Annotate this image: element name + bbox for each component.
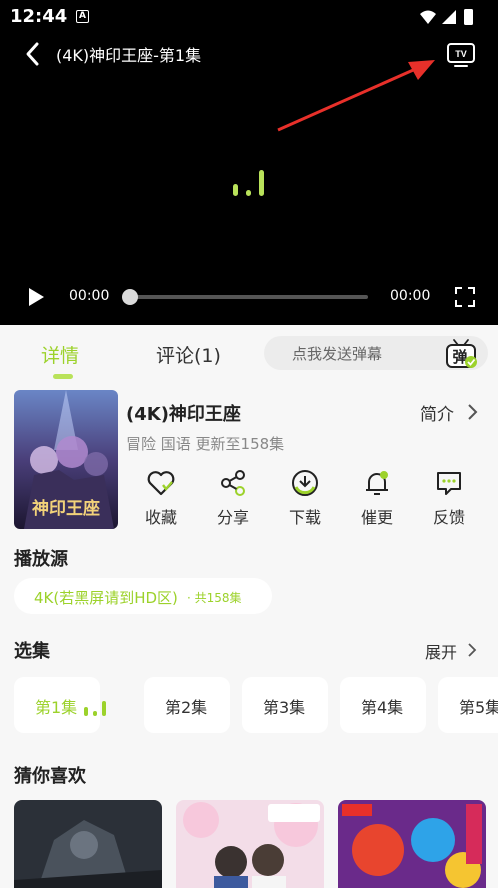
poster-image: 神印王座 [14, 390, 118, 529]
recommend-thumbnail [14, 800, 162, 888]
show-meta: 冒险 国语 更新至158集 [126, 435, 285, 453]
episode-list: 第1集 第2集 第3集 第4集 第5集 [14, 677, 498, 733]
danmaku-placeholder: 点我发送弹幕 [292, 345, 383, 363]
status-bar-time: 12:44 [10, 6, 68, 27]
share-button[interactable]: 分享 [208, 468, 258, 530]
episode-item-4[interactable]: 第4集 [340, 677, 426, 733]
play-button[interactable] [26, 287, 46, 307]
current-time: 00:00 [69, 288, 110, 304]
episode-item-2[interactable]: 第2集 [144, 677, 230, 733]
recommend-item[interactable] [338, 800, 486, 888]
favorite-button[interactable]: 收藏 [136, 468, 186, 530]
episode-label: 第5集 [459, 698, 498, 717]
chevron-right-icon[interactable] [466, 403, 478, 421]
episodes-title: 选集 [14, 641, 50, 662]
download-label: 下载 [288, 508, 321, 527]
recommend-thumbnail [176, 800, 324, 888]
loading-bars-icon [233, 170, 264, 196]
video-title: (4K)神印王座-第1集 [56, 46, 202, 65]
source-chip[interactable]: 4K(若黑屏请到HD区) · 共158集 [14, 578, 272, 614]
episode-label: 第3集 [263, 698, 306, 717]
recommend-thumbnail [338, 800, 486, 888]
episode-label: 第1集 [35, 698, 78, 717]
episode-item-1[interactable]: 第1集 [14, 677, 106, 733]
svg-text:TV: TV [455, 49, 467, 59]
details-panel: 详情 评论(1) 点我发送弹幕 弹 神印王座 (4K)神印王座 冒险 国语 更新… [0, 325, 498, 888]
total-time: 00:00 [390, 288, 431, 304]
annotation-arrow [277, 60, 435, 132]
sources-title: 播放源 [14, 549, 68, 570]
tab-comments[interactable]: 评论(1) [156, 341, 221, 368]
share-icon [221, 470, 245, 496]
tab-details[interactable]: 详情 [41, 341, 79, 368]
heart-icon [147, 471, 175, 496]
urge-update-button[interactable]: 催更 [352, 468, 402, 530]
intro-link[interactable]: 简介 [420, 400, 454, 425]
fullscreen-icon[interactable] [454, 286, 476, 308]
urge-update-label: 催更 [360, 508, 393, 527]
poster-title-text: 神印王座 [32, 498, 100, 519]
tv-cast-icon[interactable]: TV [446, 42, 476, 68]
danmaku-icon[interactable]: 弹 [444, 338, 478, 370]
source-episode-count: · 共158集 [187, 591, 242, 605]
notification-icon: A [76, 10, 89, 23]
episode-label: 第4集 [361, 698, 404, 717]
episode-label: 第2集 [165, 698, 208, 717]
recommend-item[interactable] [176, 800, 324, 888]
recommend-title: 猜你喜欢 [14, 766, 86, 787]
back-button[interactable] [20, 40, 48, 68]
tab-indicator [53, 374, 73, 379]
feedback-label: 反馈 [432, 508, 465, 527]
status-icons [420, 9, 473, 25]
video-player[interactable]: 12:44 A (4K)神印王座-第1集 TV 00:00 00:00 [0, 0, 498, 325]
episode-item-5[interactable]: 第5集 [438, 677, 498, 733]
recommend-item[interactable] [14, 800, 162, 888]
feedback-button[interactable]: 反馈 [424, 468, 474, 530]
favorite-label: 收藏 [144, 508, 177, 527]
bell-icon [366, 471, 388, 495]
show-title: (4K)神印王座 [126, 404, 241, 425]
danmaku-input[interactable]: 点我发送弹幕 弹 [264, 336, 488, 370]
share-label: 分享 [216, 508, 249, 527]
chevron-right-icon[interactable] [467, 642, 477, 658]
show-poster[interactable]: 神印王座 [14, 390, 118, 529]
feedback-icon [437, 472, 461, 495]
progress-knob[interactable] [122, 289, 138, 305]
expand-link[interactable]: 展开 [425, 639, 457, 663]
playing-bars-icon [84, 701, 106, 716]
progress-slider[interactable] [122, 289, 368, 305]
episode-item-3[interactable]: 第3集 [242, 677, 328, 733]
download-icon [292, 470, 318, 496]
download-button[interactable]: 下载 [280, 468, 330, 530]
source-name: 4K(若黑屏请到HD区) [34, 589, 178, 607]
